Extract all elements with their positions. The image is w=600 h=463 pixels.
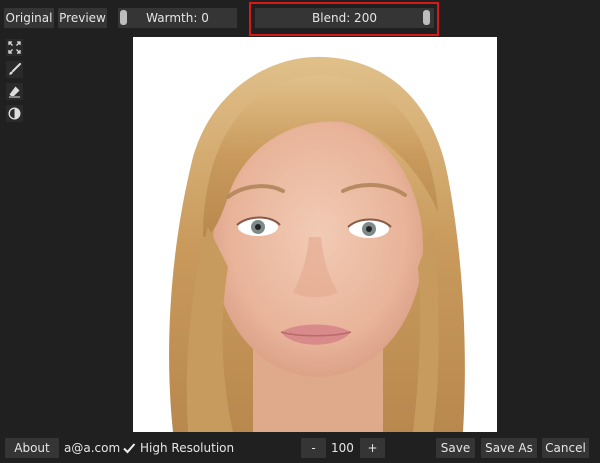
eraser-icon[interactable] xyxy=(6,83,23,100)
brush-icon[interactable] xyxy=(6,61,23,78)
cancel-button[interactable]: Cancel xyxy=(542,438,589,458)
save-as-button[interactable]: Save As xyxy=(481,438,537,458)
warmth-label: Warmth: 0 xyxy=(146,11,209,25)
image-canvas[interactable] xyxy=(133,37,497,432)
warmth-slider-knob[interactable] xyxy=(120,10,127,25)
zoom-value: 100 xyxy=(331,441,354,455)
contrast-icon[interactable] xyxy=(6,105,23,122)
account-email: a@a.com xyxy=(64,441,121,455)
zoom-in-button[interactable]: + xyxy=(360,438,385,458)
save-button[interactable]: Save xyxy=(436,438,475,458)
fit-screen-icon[interactable] xyxy=(6,39,23,56)
high-resolution-toggle[interactable]: High Resolution xyxy=(122,438,234,458)
blend-highlight-box xyxy=(249,2,439,36)
preview-button[interactable]: Preview xyxy=(58,8,107,28)
zoom-out-button[interactable]: - xyxy=(301,438,326,458)
high-resolution-label: High Resolution xyxy=(140,441,235,455)
about-button[interactable]: About xyxy=(5,438,59,458)
original-button[interactable]: Original xyxy=(4,8,54,28)
checkmark-icon[interactable] xyxy=(122,441,136,455)
portrait-photo xyxy=(169,56,465,432)
warmth-slider[interactable]: Warmth: 0 xyxy=(118,8,237,28)
